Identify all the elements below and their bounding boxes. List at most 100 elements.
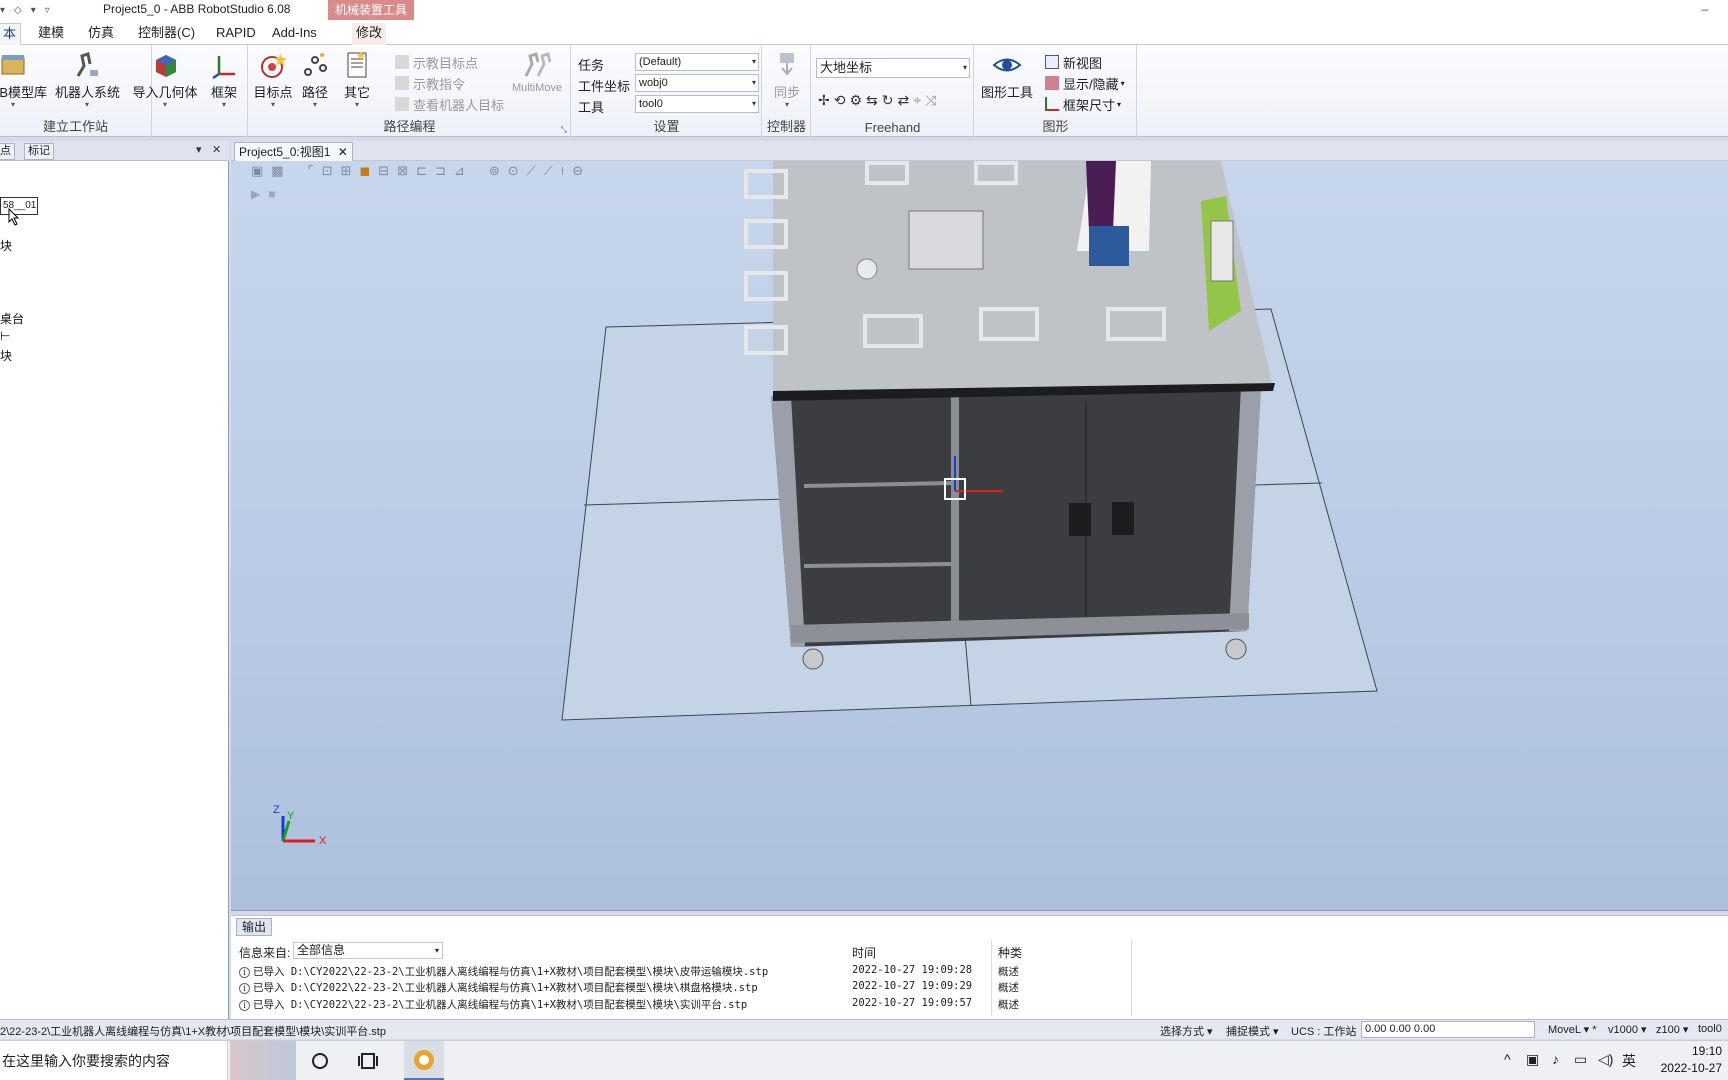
- teach-target-button[interactable]: 示教目标点: [395, 52, 478, 72]
- qa-dropdown-icon[interactable]: ▾: [0, 5, 5, 16]
- column-time[interactable]: 时间: [852, 944, 876, 961]
- play-icon[interactable]: ▶: [251, 187, 260, 201]
- qa-customize-icon[interactable]: ▿: [45, 5, 50, 16]
- group-launcher-icon[interactable]: ⤡: [561, 125, 567, 135]
- task-view-icon[interactable]: [356, 1049, 380, 1073]
- view-tool-icon-4[interactable]: ⊡: [322, 163, 333, 179]
- microphone-icon[interactable]: ♪: [1552, 1051, 1559, 1067]
- view-tool-icon-5[interactable]: ⊞: [341, 163, 352, 179]
- view-tool-icon-11[interactable]: ⊿: [454, 163, 465, 179]
- zone-dropdown[interactable]: z100 ▾: [1656, 1023, 1688, 1036]
- taskbar-search-input[interactable]: 在这里输入你要搜索的内容: [0, 1041, 228, 1080]
- jog-joint-icon[interactable]: ⚙: [849, 92, 862, 109]
- tab-markers[interactable]: 标记: [24, 143, 54, 160]
- view-tool-icon-1[interactable]: ▣: [251, 163, 263, 179]
- view-tool-icon-3[interactable]: ⌜: [308, 163, 314, 179]
- snap-mode-dropdown[interactable]: 捕捉模式 ▾: [1226, 1023, 1279, 1039]
- sync-button[interactable]: 同步 ▾: [765, 50, 809, 112]
- output-row-time: 2022-10-27 19:09:29: [852, 980, 973, 992]
- tab-output[interactable]: 输出: [236, 918, 273, 936]
- abb-library-button[interactable]: ABB模型库 ▾: [0, 50, 47, 112]
- view-robot-target-button[interactable]: 查看机器人目标: [395, 94, 504, 114]
- jog-reorient-icon[interactable]: ↻: [882, 92, 894, 109]
- output-row[interactable]: i 已导入 D:\CY2022\22-23-2\工业机器人离线编程与仿真\1+X教…: [239, 964, 768, 980]
- snap-icon-6[interactable]: ⊖: [572, 163, 583, 179]
- left-panel-tabs: 点 标记 ▾ ✕: [0, 141, 229, 161]
- view-tool-icon-2[interactable]: ▩: [271, 163, 283, 179]
- title-bar: ▾ ◇ ▾ ▿ Project5_0 - ABB RobotStudio 6.0…: [0, 0, 1728, 21]
- new-view-button[interactable]: 新视图: [1045, 52, 1102, 72]
- tree-item-module-1[interactable]: 块: [0, 237, 12, 254]
- disabled-tool-icon-2[interactable]: ⤨: [925, 92, 936, 109]
- robotstudio-taskbar-button[interactable]: [404, 1041, 444, 1080]
- snap-icon-4[interactable]: ⟋: [544, 163, 553, 179]
- rotate-icon[interactable]: ⟲: [834, 92, 846, 109]
- tool-status-dropdown[interactable]: tool0: [1698, 1023, 1722, 1035]
- target-button[interactable]: 目标点 ▾: [252, 50, 294, 112]
- import-geometry-button[interactable]: 导入几何体 ▾: [132, 50, 198, 112]
- show-hide-button[interactable]: 显示/隐藏 ▾: [1045, 73, 1125, 93]
- tree-item-module-3[interactable]: 块: [0, 347, 12, 364]
- snap-icon-1[interactable]: ⊚: [489, 163, 500, 179]
- qa-dropdown-icon-2[interactable]: ▾: [31, 5, 36, 16]
- minimize-ribbon-icon[interactable]: –: [1701, 2, 1708, 16]
- battery-icon[interactable]: ▭: [1574, 1051, 1587, 1068]
- stop-icon[interactable]: ■: [268, 187, 275, 201]
- robot-system-button[interactable]: 机器人系统 ▾: [55, 50, 120, 112]
- graphics-tools-button[interactable]: 图形工具: [977, 50, 1037, 112]
- teach-instruction-button[interactable]: 示教指令: [395, 73, 465, 93]
- taskbar-clock[interactable]: 19:10 2022-10-27: [1661, 1043, 1722, 1077]
- multi-jog-icon[interactable]: ⇄: [898, 92, 910, 109]
- frame-button[interactable]: 框架 ▾: [206, 50, 242, 112]
- column-kind[interactable]: 种类: [998, 944, 1022, 961]
- multimove-button[interactable]: MultiMove: [507, 50, 567, 112]
- jog-linear-icon[interactable]: ⇆: [866, 92, 878, 109]
- frame-size-button[interactable]: 框架尺寸 ▾: [1045, 94, 1121, 114]
- select-mode-dropdown[interactable]: 选择方式 ▾: [1160, 1023, 1213, 1039]
- tab-simulation[interactable]: 仿真: [84, 23, 118, 45]
- qa-tag-icon[interactable]: ◇: [14, 5, 22, 16]
- other-button[interactable]: 其它 ▾: [339, 50, 375, 112]
- show-hidden-icons[interactable]: ^: [1504, 1051, 1511, 1067]
- filter-dropdown[interactable]: 全部信息 ▾: [293, 942, 443, 959]
- ime-indicator[interactable]: 英: [1622, 1051, 1636, 1071]
- snap-icon-2[interactable]: ⊙: [508, 163, 519, 179]
- tab-controller[interactable]: 控制器(C): [134, 23, 199, 45]
- tab-rapid[interactable]: RAPID: [212, 23, 260, 45]
- tree-item-module-2[interactable]: ⊢: [0, 329, 10, 343]
- tool-dropdown[interactable]: tool0 ▾: [635, 95, 759, 113]
- view-tool-icon-6[interactable]: ◼: [360, 163, 371, 179]
- wobj-dropdown[interactable]: wobj0 ▾: [635, 74, 759, 92]
- view-tool-icon-10[interactable]: ⊐: [435, 163, 446, 179]
- panel-dropdown-icon[interactable]: ▾: [196, 143, 202, 156]
- output-row[interactable]: i 已导入 D:\CY2022\22-23-2\工业机器人离线编程与仿真\1+X教…: [239, 997, 747, 1013]
- network-status-icon[interactable]: ▣: [1526, 1051, 1539, 1068]
- tree-item-table[interactable]: 桌台: [0, 310, 24, 327]
- output-row[interactable]: i 已导入 D:\CY2022\22-23-2\工业机器人离线编程与仿真\1+X教…: [239, 980, 758, 996]
- tab-points[interactable]: 点: [0, 143, 15, 160]
- move-icon[interactable]: ✢: [818, 92, 830, 109]
- close-icon[interactable]: ✕: [338, 145, 348, 159]
- tab-view1[interactable]: Project5_0:视图1 ✕: [234, 142, 353, 161]
- disabled-tool-icon[interactable]: ⌖: [913, 92, 921, 109]
- tab-modeling[interactable]: 建模: [34, 23, 68, 45]
- tab-modify[interactable]: 修改: [352, 23, 387, 45]
- view-tool-icon-7[interactable]: ⊟: [378, 163, 389, 179]
- speed-dropdown[interactable]: v1000 ▾: [1608, 1023, 1647, 1036]
- group-path-programming: 目标点 ▾ 路径 ▾ 其它 ▾ 示教目标点 示教指令 查看机器人目标 Multi…: [249, 45, 571, 137]
- tab-addins[interactable]: Add-Ins: [268, 23, 321, 45]
- path-button[interactable]: 路径 ▾: [297, 50, 333, 112]
- view-tool-icon-8[interactable]: ⊠: [397, 163, 408, 179]
- status-bar: 2\22-23-2\工业机器人离线编程与仿真\1+X教材\项目配套模型\模块\实…: [0, 1019, 1728, 1039]
- snap-icon-3[interactable]: ⟋: [527, 163, 536, 179]
- snap-icon-5[interactable]: ⟊: [561, 163, 564, 179]
- panel-close-icon[interactable]: ✕: [212, 143, 221, 156]
- 3d-viewport[interactable]: Z Y X ▣ ▩ ⌜ ⊡ ⊞ ◼ ⊟ ⊠ ⊏ ⊐ ⊿ ⊚ ⊙ ⟋ ⟋ ⟊ ⊖ …: [231, 161, 1728, 911]
- view-tool-icon-9[interactable]: ⊏: [416, 163, 427, 179]
- cortana-icon[interactable]: [308, 1049, 332, 1073]
- tab-home[interactable]: 本: [0, 23, 22, 45]
- volume-icon[interactable]: ◁): [1598, 1051, 1613, 1068]
- move-instruction-dropdown[interactable]: MoveL ▾ *: [1548, 1023, 1597, 1036]
- reference-frame-dropdown[interactable]: 大地坐标 ▾: [816, 58, 970, 78]
- task-dropdown[interactable]: (Default) ▾: [635, 53, 759, 71]
